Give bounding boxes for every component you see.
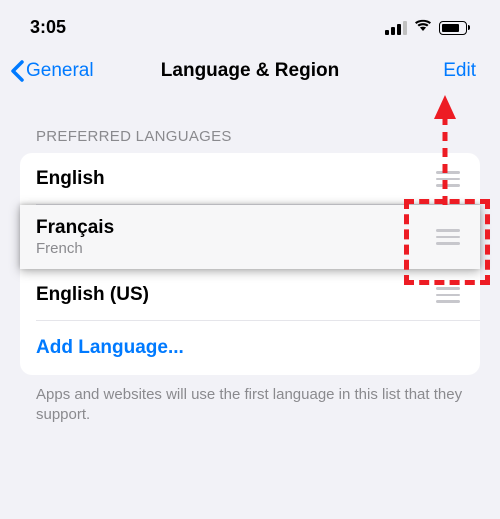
wifi-icon — [413, 18, 433, 37]
language-item-francais[interactable]: Français French — [20, 205, 480, 269]
status-bar: 3:05 — [0, 0, 500, 50]
add-language-label: Add Language... — [36, 337, 184, 359]
language-subtitle: French — [36, 240, 114, 257]
section-header-preferred-languages: PREFERRED LANGUAGES — [20, 96, 480, 153]
drag-handle-icon[interactable] — [436, 287, 464, 303]
cellular-icon — [385, 21, 407, 35]
footer-text: Apps and websites will use the first lan… — [20, 375, 480, 436]
language-item-english[interactable]: English — [20, 153, 480, 205]
nav-bar: General Language & Region Edit — [0, 50, 500, 96]
add-language-button[interactable]: Add Language... — [20, 321, 480, 375]
page-title: Language & Region — [161, 60, 339, 82]
status-time: 3:05 — [30, 17, 66, 38]
language-title: English — [36, 168, 105, 190]
language-title: English (US) — [36, 284, 149, 306]
edit-button[interactable]: Edit — [443, 60, 482, 82]
language-item-english-us[interactable]: English (US) — [20, 269, 480, 321]
back-label: General — [26, 60, 94, 82]
drag-handle-icon[interactable] — [436, 171, 464, 187]
battery-icon — [439, 21, 470, 35]
language-list: English Français French English (US) — [20, 153, 480, 375]
status-icons — [385, 18, 470, 37]
chevron-back-icon — [10, 60, 24, 82]
back-button[interactable]: General — [10, 60, 94, 82]
language-title: Français — [36, 217, 114, 239]
drag-handle-icon[interactable] — [436, 229, 464, 245]
